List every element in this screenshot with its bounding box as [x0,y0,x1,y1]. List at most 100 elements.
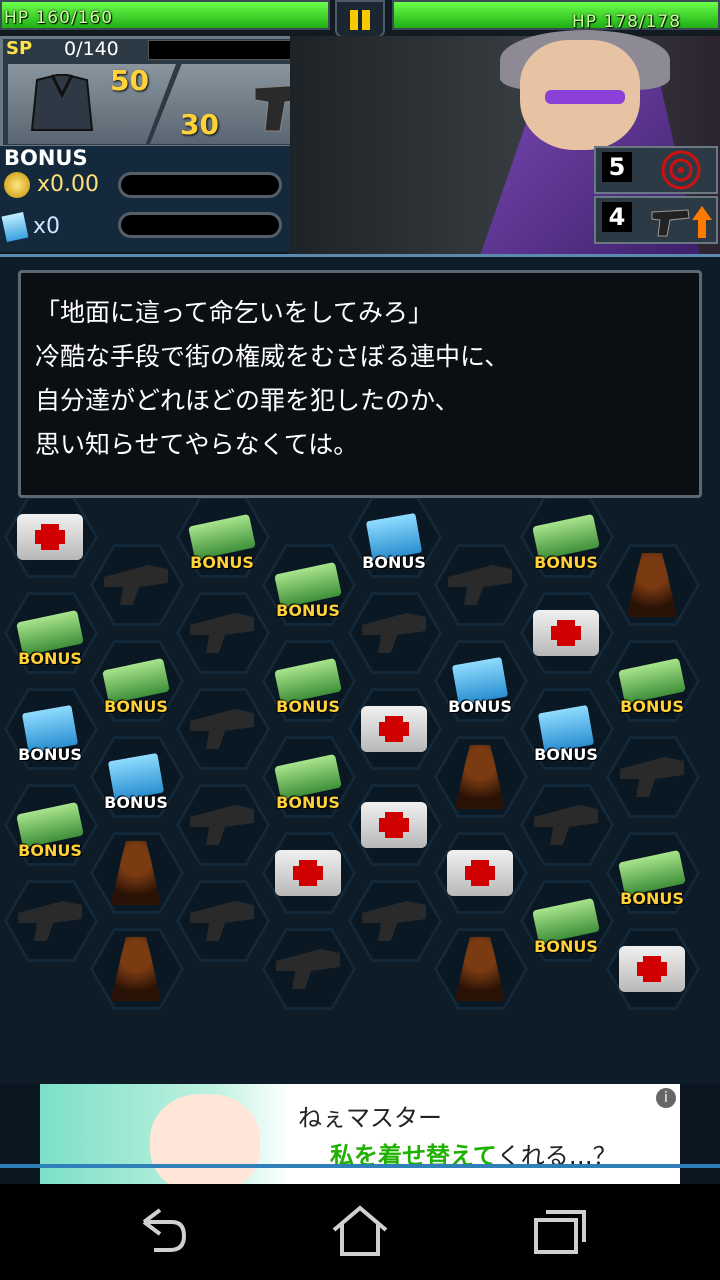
cash-bundle-tile[interactable]: BONUS [8,596,92,670]
ticket-stack-tile[interactable]: BONUS [94,740,178,814]
first-aid-icon [533,610,599,656]
first-aid-icon [275,850,341,896]
first-aid-kit-tile[interactable] [266,836,350,910]
revolver-tile[interactable] [180,596,264,670]
revolver-tile[interactable] [524,788,608,862]
back-icon [142,1208,187,1252]
revolver-icon [190,613,254,653]
cash-bundle-tile[interactable]: BONUS [524,500,608,574]
ticket-stack-tile[interactable]: BONUS [8,692,92,766]
first-aid-icon [619,946,685,992]
home-button[interactable] [330,1204,390,1258]
boss-glasses [545,90,625,104]
revolver-tile[interactable] [94,548,178,622]
ad-character-face [150,1094,260,1184]
sp-value: 0/140 [64,38,119,60]
first-aid-kit-tile[interactable] [524,596,608,670]
gangster-tile[interactable] [94,836,178,910]
ad-line1: ねぇマスター [298,1104,442,1132]
gangster-tile[interactable] [438,932,522,1006]
revolver-tile[interactable] [352,884,436,958]
coin-multiplier: x0.00 [37,172,100,197]
dialog-line: 冷酷な手段で街の権威をむさぼる連中に、 [35,342,510,371]
ticket-gauge [118,212,282,238]
first-aid-icon [361,706,427,752]
sp-label: SP [6,38,33,59]
cash-bundle-tile[interactable]: BONUS [610,644,694,718]
gangster-icon [627,553,677,617]
cash-bundle-tile[interactable]: BONUS [266,740,350,814]
revolver-icon [620,757,684,797]
revolver-icon [190,805,254,845]
coin-gauge [118,172,282,198]
first-aid-kit-tile[interactable] [8,500,92,574]
dialog-line: 自分達がどれほどの罪を犯したのか、 [35,386,460,415]
ad-banner[interactable]: ねぇマスター 私を着せ替えてくれる…？ i [40,1084,680,1184]
player-hp-text: HP 160/160 [4,8,114,28]
bonus-label: BONUS [18,841,82,860]
bonus-label: BONUS [104,697,168,716]
revolver-tile[interactable] [266,932,350,1006]
revolver-tile[interactable] [8,884,92,958]
bonus-label: BONUS [534,937,598,956]
first-aid-kit-tile[interactable] [610,932,694,1006]
ticket-stack-tile[interactable]: BONUS [438,644,522,718]
bonus-title: BONUS [4,146,88,170]
ticket-count: x0 [33,214,61,239]
gun-up-icon [651,206,712,238]
ticket-stack-tile[interactable]: BONUS [524,692,608,766]
first-aid-kit-tile[interactable] [352,788,436,862]
armor-vest-icon [30,74,94,131]
pause-button[interactable] [335,0,385,38]
first-aid-kit-tile[interactable] [352,692,436,766]
gun-value: 30 [180,108,219,141]
ticket-icon [1,211,29,243]
ticket-stack-tile[interactable]: BONUS [352,500,436,574]
recent-apps-button[interactable] [530,1204,590,1258]
cash-bundle-tile[interactable]: BONUS [610,836,694,910]
cash-bundle-tile[interactable]: BONUS [266,644,350,718]
cash-bundle-tile[interactable]: BONUS [266,548,350,622]
counter-value: 4 [602,202,632,232]
revolver-tile[interactable] [610,740,694,814]
revolver-tile[interactable] [438,548,522,622]
revolver-tile[interactable] [352,596,436,670]
gangster-tile[interactable] [94,932,178,1006]
gangster-icon [455,937,505,1001]
ad-info-icon[interactable]: i [656,1088,676,1108]
dialog-line: 「地面に這って命乞いをしてみろ」 [35,298,434,327]
gangster-icon [111,937,161,1001]
first-aid-icon [361,802,427,848]
revolver-tile[interactable] [180,788,264,862]
cash-bundle-tile[interactable]: BONUS [180,500,264,574]
revolver-icon [104,565,168,605]
cash-bundle-tile[interactable]: BONUS [8,788,92,862]
revolver-icon [534,805,598,845]
enemy-counter-target: 5 [594,146,718,194]
story-dialog[interactable]: 「地面に這って命乞いをしてみろ」 冷酷な手段で街の権威をむさぼる連中に、 自分達… [18,270,702,498]
first-aid-icon [17,514,83,560]
coin-row: x0.00 [4,172,99,202]
revolver-tile[interactable] [180,692,264,766]
pause-icon-bar [362,10,370,30]
gangster-tile[interactable] [438,740,522,814]
bonus-label: BONUS [276,697,340,716]
target-icon [661,150,701,190]
bonus-label: BONUS [534,745,598,764]
recent-apps-icon [534,1210,586,1254]
enemy-hp-text: HP 178/178 [572,12,682,32]
revolver-icon [190,709,254,749]
counter-value: 5 [602,152,632,182]
revolver-icon [18,901,82,941]
bonus-label: BONUS [18,745,82,764]
cash-bundle-tile[interactable]: BONUS [94,644,178,718]
back-button[interactable] [130,1204,190,1258]
ticket-row: x0 [1,211,61,244]
pause-icon [350,10,358,30]
gangster-tile[interactable] [610,548,694,622]
first-aid-kit-tile[interactable] [438,836,522,910]
cash-bundle-tile[interactable]: BONUS [524,884,608,958]
gangster-icon [111,841,161,905]
armor-value: 50 [110,64,149,97]
revolver-tile[interactable] [180,884,264,958]
